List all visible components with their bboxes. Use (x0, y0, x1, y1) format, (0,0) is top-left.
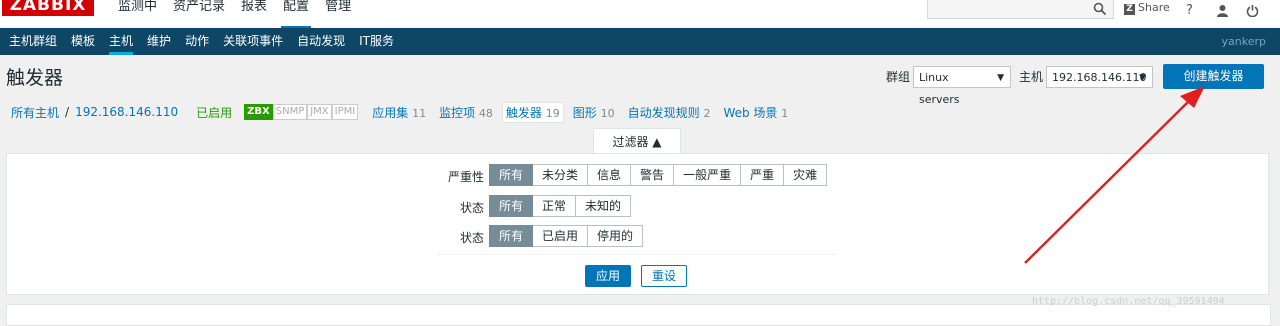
severity-option[interactable]: 未分类 (533, 164, 589, 186)
reset-button[interactable]: 重设 (641, 265, 687, 287)
ipmi-badge: IPMI (331, 104, 359, 120)
zabbix-logo[interactable]: ZABBIX (2, 0, 94, 16)
group-label: 群组 (885, 70, 910, 84)
severity-option[interactable]: 信息 (588, 164, 632, 186)
top-menu-inventory[interactable]: 资产记录 (165, 0, 233, 28)
breadcrumb-separator: / (65, 105, 70, 119)
status-option[interactable]: 已启用 (533, 225, 589, 247)
sub-menu-event-correlation[interactable]: 关联项事件 (216, 28, 290, 55)
search-icon[interactable] (1093, 2, 1107, 16)
top-bar: ZABBIX 监测中 资产记录 报表 配置 管理 Z Share ? (0, 0, 1280, 29)
host-label: 主机 (1018, 70, 1043, 84)
user-profile-icon[interactable] (1216, 4, 1229, 17)
filter-toggle-tab[interactable]: 过滤器 ▲ (593, 128, 681, 154)
nav-triggers[interactable]: 触发器 19 (501, 101, 564, 123)
help-icon[interactable]: ? (1186, 3, 1193, 18)
nav-items[interactable]: 监控项 48 (439, 104, 493, 121)
severity-option[interactable]: 灾难 (784, 164, 828, 186)
status-segmented-control: 所有 已启用 停用的 (489, 225, 644, 247)
breadcrumb-all-hosts[interactable]: 所有主机 (11, 104, 59, 121)
search-input[interactable] (927, 0, 1114, 19)
watermark: http://blog.csdn.net/qq_39591494 (1032, 296, 1225, 307)
severity-option[interactable]: 所有 (489, 164, 534, 186)
state-label: 状态 (459, 201, 484, 215)
state-segmented-control: 所有 正常 未知的 (489, 195, 632, 217)
zabbix-share-icon: Z (1124, 4, 1135, 15)
share-link[interactable]: Z Share (1124, 0, 1170, 20)
sub-menu-templates[interactable]: 模板 (64, 28, 102, 55)
sub-menu-actions[interactable]: 动作 (178, 28, 216, 55)
sub-menu-discovery[interactable]: 自动发现 (290, 28, 352, 55)
status-option[interactable]: 所有 (489, 225, 534, 247)
top-menu-monitoring[interactable]: 监测中 (110, 0, 165, 28)
host-status[interactable]: 已启用 (196, 104, 232, 121)
power-icon[interactable] (1246, 4, 1259, 17)
header-controls: 群组 Linux servers ▼ 主机 192.168.146.110 ▼ … (885, 64, 1280, 106)
sub-menu-hosts[interactable]: 主机 (102, 28, 140, 55)
current-user: yankerp (1221, 35, 1266, 48)
create-trigger-button[interactable]: 创建触发器 (1163, 64, 1264, 89)
top-menu-configuration[interactable]: 配置 (275, 0, 317, 29)
trigger-list-header (6, 304, 1271, 326)
nav-discovery-rules[interactable]: 自动发现规则 2 (628, 104, 711, 121)
nav-applications[interactable]: 应用集 11 (372, 104, 426, 121)
severity-segmented-control: 所有 未分类 信息 警告 一般严重 严重 灾难 (489, 164, 828, 186)
top-menu: 监测中 资产记录 报表 配置 管理 (110, 0, 359, 29)
chevron-down-icon: ▼ (1139, 72, 1146, 83)
severity-option[interactable]: 警告 (631, 164, 675, 186)
filter-divider (437, 254, 837, 255)
sub-menu-host-groups[interactable]: 主机群组 (2, 28, 64, 55)
share-label: Share (1138, 1, 1170, 14)
filter-row-state: 状态 所有 正常 未知的 (7, 195, 1270, 217)
nav-web-scenarios[interactable]: Web 场景 1 (723, 104, 788, 121)
chevron-down-icon: ▼ (997, 72, 1004, 83)
status-label: 状态 (459, 231, 484, 245)
filter-actions: 应用 重设 (585, 265, 687, 287)
state-option[interactable]: 正常 (533, 195, 577, 217)
host-breadcrumb-nav: 所有主机 / 192.168.146.110 已启用 ZBX SNMP JMX … (11, 101, 801, 123)
breadcrumb-host[interactable]: 192.168.146.110 (75, 105, 178, 119)
host-select[interactable]: 192.168.146.110 ▼ (1046, 65, 1153, 88)
filter-panel: 严重性 所有 未分类 信息 警告 一般严重 严重 灾难 状态 所有 正常 未知的… (6, 153, 1269, 295)
page-title: 触发器 (6, 67, 64, 89)
group-select-value: Linux servers (918, 70, 960, 106)
zbx-badge: ZBX (244, 104, 273, 120)
severity-option[interactable]: 一般严重 (674, 164, 742, 186)
availability-badges: ZBX SNMP JMX IPMI (244, 104, 359, 120)
filter-row-severity: 严重性 所有 未分类 信息 警告 一般严重 严重 灾难 (7, 164, 1270, 186)
filter-row-status: 状态 所有 已启用 停用的 (7, 225, 1270, 247)
top-menu-reports[interactable]: 报表 (233, 0, 275, 28)
status-option[interactable]: 停用的 (588, 225, 644, 247)
group-select[interactable]: Linux servers ▼ (912, 65, 1011, 106)
state-option[interactable]: 未知的 (576, 195, 632, 217)
top-menu-administration[interactable]: 管理 (317, 0, 359, 28)
snmp-badge: SNMP (272, 104, 308, 120)
state-option[interactable]: 所有 (489, 195, 534, 217)
severity-label: 严重性 (447, 170, 484, 184)
sub-navigation: 主机群组 模板 主机 维护 动作 关联项事件 自动发现 IT服务 yankerp (0, 28, 1280, 55)
sub-menu-it-services[interactable]: IT服务 (352, 28, 401, 55)
sub-menu-maintenance[interactable]: 维护 (140, 28, 178, 55)
jmx-badge: JMX (307, 104, 332, 120)
nav-graphs[interactable]: 图形 10 (573, 104, 615, 121)
severity-option[interactable]: 严重 (741, 164, 785, 186)
host-select-value: 192.168.146.110 (1052, 70, 1147, 84)
apply-button[interactable]: 应用 (585, 265, 631, 287)
